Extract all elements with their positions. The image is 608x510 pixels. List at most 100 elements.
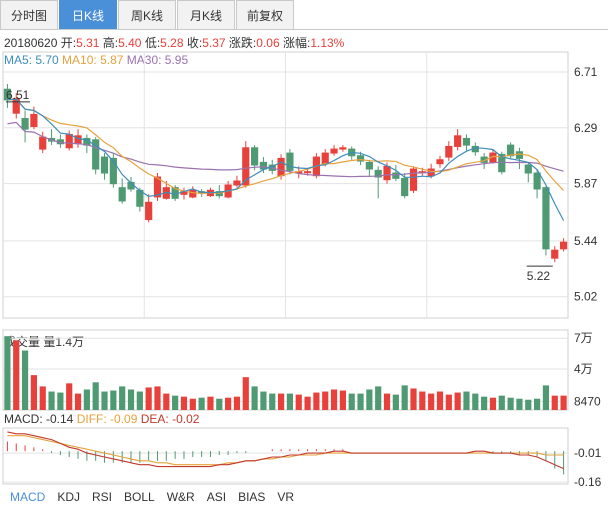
volume-bar <box>383 393 391 410</box>
volume-bar <box>295 394 302 410</box>
volume-bar <box>322 391 329 410</box>
volume-bar <box>189 398 196 410</box>
volume-bar <box>13 340 20 410</box>
candle-body <box>100 156 109 174</box>
volume-bar <box>136 391 143 410</box>
volume-bar <box>498 395 505 410</box>
volume-bar <box>542 385 550 410</box>
volume-bar <box>154 386 161 410</box>
volume-bar <box>127 389 135 410</box>
candle-body <box>286 152 294 171</box>
volume-bar <box>30 375 37 410</box>
volume-bar <box>233 396 241 410</box>
volume-bar <box>516 398 523 410</box>
chart-grid <box>2 51 569 485</box>
candle-body <box>401 177 409 197</box>
candle-body <box>551 249 559 259</box>
volume-bar <box>66 383 73 410</box>
candle-body <box>533 172 541 190</box>
volume-bar <box>534 398 541 410</box>
min-price-annotation: 5.22 <box>527 269 551 283</box>
volume-bar <box>269 393 276 410</box>
candle-body <box>462 137 471 146</box>
volume-bar <box>251 386 258 410</box>
volume-bar <box>119 386 126 410</box>
volume-bar <box>445 394 452 410</box>
price-tick-label: 5.87 <box>574 177 598 191</box>
volume-bar <box>216 398 223 410</box>
volume-bar <box>277 393 285 410</box>
volume-bar <box>454 392 461 410</box>
volume-bar <box>21 350 29 410</box>
candle-body <box>445 145 453 158</box>
candle-body <box>39 136 47 150</box>
tab-vr[interactable]: VR <box>277 490 294 504</box>
volume-bar <box>339 390 346 410</box>
macd-tick-label: -0.16 <box>574 475 602 489</box>
volume-bar <box>357 393 364 410</box>
macd-tick-label: -0.01 <box>574 446 602 460</box>
tab-boll[interactable]: BOLL <box>124 490 155 504</box>
volume-bar <box>145 387 152 410</box>
volume-bars <box>4 336 567 410</box>
volume-bar <box>525 399 532 410</box>
volume-bar <box>330 389 338 410</box>
volume-bar <box>428 393 435 410</box>
volume-bar <box>313 392 320 410</box>
price-tick-label: 5.44 <box>574 234 598 248</box>
volume-bar <box>39 386 46 410</box>
candle-body <box>339 147 347 150</box>
tab-bias[interactable]: BIAS <box>238 490 265 504</box>
tab-wr[interactable]: W&R <box>167 490 195 504</box>
volume-bar <box>401 385 408 410</box>
volume-bar <box>180 396 188 410</box>
candle-body <box>454 135 462 147</box>
candle-body <box>515 151 524 159</box>
candle-body <box>436 159 444 165</box>
volume-bar <box>551 395 558 410</box>
volume-bar <box>507 397 514 410</box>
volume-tick-label: 8470 <box>574 394 601 408</box>
volume-bar <box>242 377 249 410</box>
volume-bar <box>463 391 470 410</box>
axis-labels: 6.71 6.29 5.87 5.44 5.02 6.51 5.22 7万 4万 8470 -0.0… <box>6 65 602 489</box>
volume-bar <box>392 394 399 410</box>
volume-bar <box>419 391 426 410</box>
candle-body <box>30 114 38 127</box>
volume-bar <box>48 391 55 410</box>
candle-body <box>277 157 285 177</box>
candle-body <box>392 172 400 179</box>
tab-asi[interactable]: ASI <box>207 490 226 504</box>
candle-body <box>409 168 418 191</box>
volume-bar <box>436 391 444 410</box>
price-tick-label: 6.71 <box>574 65 598 79</box>
candle-body <box>259 161 268 170</box>
candle-body <box>507 144 515 157</box>
candle-body <box>233 180 241 186</box>
candle-body <box>524 164 532 174</box>
volume-bar <box>348 393 355 410</box>
tab-macd[interactable]: MACD <box>10 490 45 504</box>
volume-bar <box>207 396 214 410</box>
volume-tick-label: 4万 <box>574 362 593 376</box>
max-price-annotation: 6.51 <box>6 88 30 102</box>
candle-body <box>559 241 568 250</box>
kline-chart[interactable]: 6.71 6.29 5.87 5.44 5.02 6.51 5.22 7万 4万 8470 -0.0… <box>0 0 608 510</box>
volume-bar <box>489 397 497 410</box>
tab-kdj[interactable]: KDJ <box>57 490 80 504</box>
volume-bar <box>172 395 179 410</box>
volume-bar <box>163 393 170 410</box>
candle-body <box>65 133 73 149</box>
volume-tick-label: 7万 <box>574 331 593 345</box>
candle-body <box>365 161 373 170</box>
tab-rsi[interactable]: RSI <box>92 490 112 504</box>
volume-bar <box>366 389 373 410</box>
dea-line <box>7 435 564 466</box>
volume-bar <box>481 396 488 410</box>
candle-body <box>189 189 197 198</box>
volume-bar <box>260 391 267 410</box>
candle-body <box>118 187 126 202</box>
volume-bar <box>57 392 64 410</box>
volume-bar <box>286 393 294 410</box>
candle-body <box>321 152 329 165</box>
